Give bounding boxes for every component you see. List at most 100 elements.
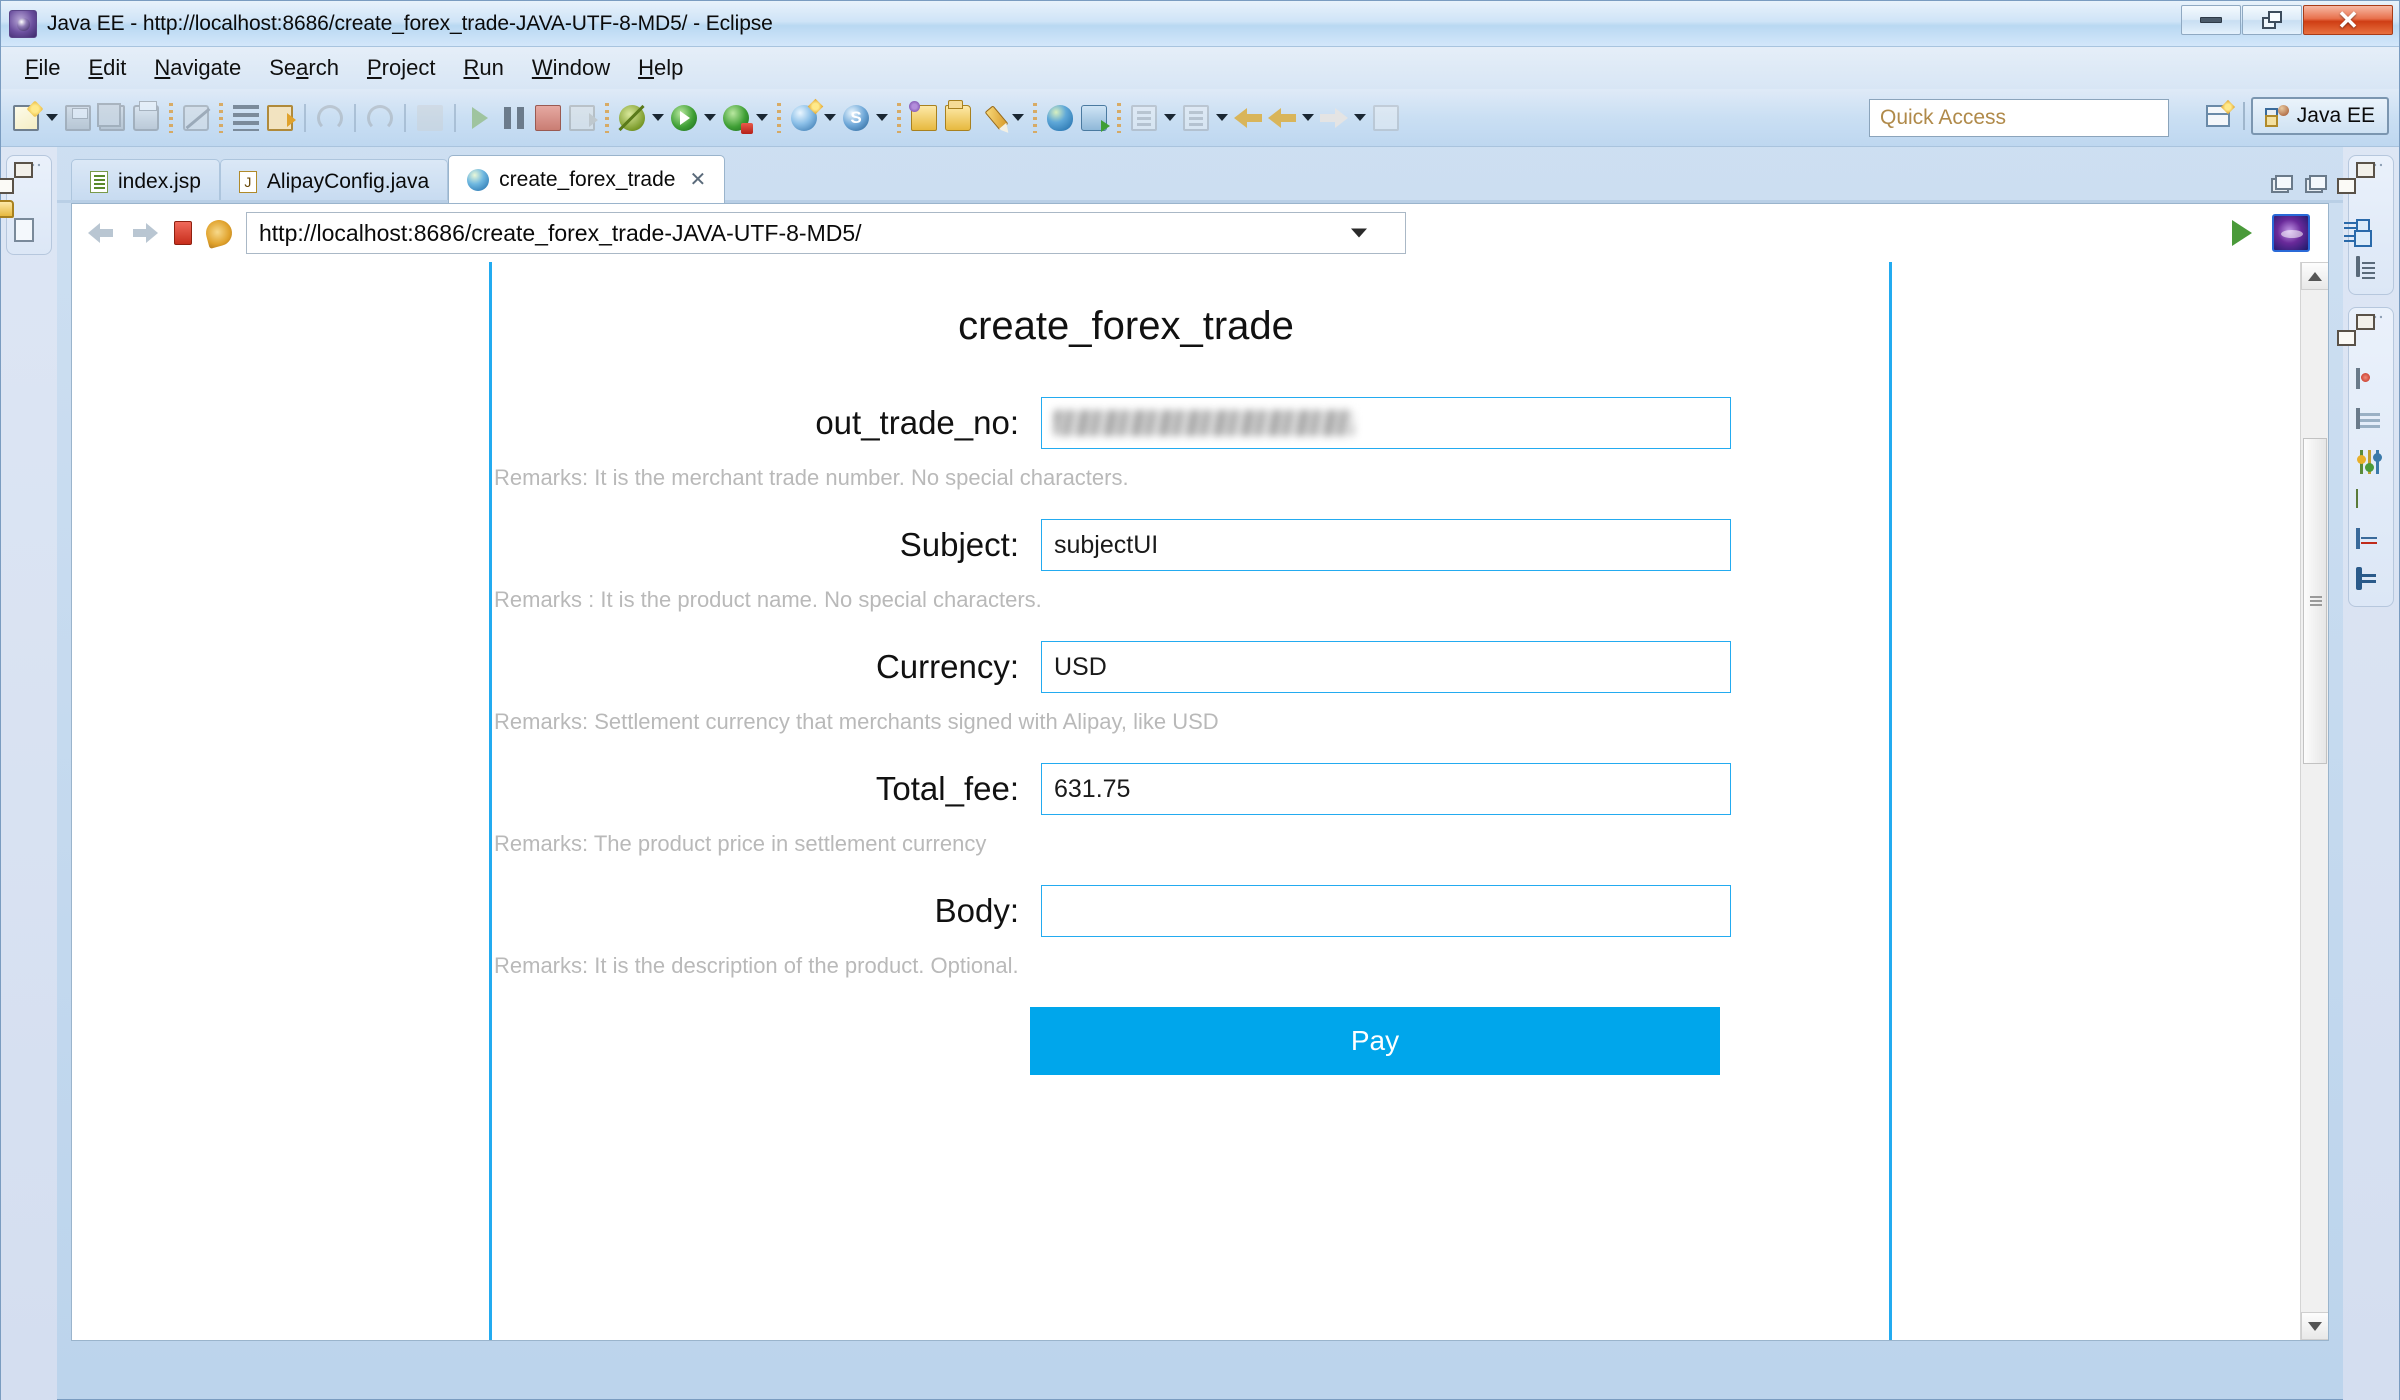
scrollbar-thumb[interactable] <box>2302 438 2327 764</box>
refresh-icon[interactable] <box>203 217 235 249</box>
body-input[interactable] <box>1041 885 1731 937</box>
menu-edit[interactable]: Edit <box>76 51 138 85</box>
menu-file[interactable]: File <box>13 51 72 85</box>
run-dropdown[interactable] <box>701 98 719 138</box>
open-task-button[interactable] <box>941 98 975 138</box>
next-annotation-button[interactable] <box>263 98 297 138</box>
properties-panel-button[interactable] <box>2356 528 2386 560</box>
forward-dropdown[interactable] <box>1351 98 1369 138</box>
forward-button[interactable] <box>1317 98 1351 138</box>
menu-window[interactable]: Window <box>520 51 622 85</box>
run-last-button[interactable] <box>719 98 753 138</box>
chevron-down-icon[interactable] <box>1351 228 1367 238</box>
close-icon: ✕ <box>2337 5 2359 35</box>
snippets-view-button[interactable] <box>2356 489 2386 520</box>
page-scrollbar[interactable] <box>2300 262 2328 1340</box>
run-button[interactable] <box>667 98 701 138</box>
external-tools-button[interactable] <box>1043 98 1077 138</box>
back-dropdown[interactable] <box>1299 98 1317 138</box>
page-title: create_forex_trade <box>958 304 1294 348</box>
browser-toolbar: http://localhost:8686/create_forex_trade… <box>72 204 2328 262</box>
data-source-view-button[interactable] <box>2356 450 2386 480</box>
new-server-button[interactable]: S <box>839 98 873 138</box>
terminate-button[interactable] <box>531 98 565 138</box>
menu-project[interactable]: Project <box>355 51 447 85</box>
save-button[interactable] <box>61 98 95 138</box>
show-whitespace-button[interactable] <box>229 98 263 138</box>
restore-view-button[interactable] <box>2356 178 2386 208</box>
run-last-dropdown[interactable] <box>753 98 771 138</box>
open-type-button[interactable] <box>907 98 941 138</box>
save-all-icon <box>97 102 125 131</box>
back-arrow-icon[interactable] <box>86 220 116 246</box>
show-whitespace-icon <box>233 104 259 131</box>
project-explorer-button[interactable] <box>14 218 44 248</box>
previous-edit-dropdown[interactable] <box>1161 98 1179 138</box>
web-browser-icon[interactable] <box>2272 214 2310 252</box>
new-web-project-button[interactable] <box>787 98 821 138</box>
debug-dropdown[interactable] <box>649 98 667 138</box>
restore-button[interactable] <box>2242 5 2302 35</box>
no-marker-button[interactable] <box>179 98 213 138</box>
new-server-dropdown[interactable] <box>873 98 891 138</box>
quick-access-input[interactable]: Quick Access <box>1869 99 2169 137</box>
scroll-down-button[interactable] <box>2300 1312 2328 1340</box>
java-file-icon: J <box>238 170 257 193</box>
menu-help[interactable]: Help <box>626 51 695 85</box>
new-file-button[interactable] <box>9 98 43 138</box>
scroll-up-button[interactable] <box>2300 262 2328 290</box>
undo-button[interactable] <box>313 98 347 138</box>
step-return-button[interactable] <box>413 98 447 138</box>
new-web-project-dropdown[interactable] <box>821 98 839 138</box>
search-button[interactable] <box>975 98 1009 138</box>
outline-view-button[interactable] <box>2356 218 2386 248</box>
minimize-button[interactable] <box>2181 5 2241 35</box>
url-input[interactable]: http://localhost:8686/create_forex_trade… <box>246 212 1406 254</box>
subject-input[interactable]: subjectUI <box>1041 519 1731 571</box>
servers-view-button[interactable] <box>2356 408 2386 440</box>
markers-view-button[interactable] <box>2356 368 2386 400</box>
restore-view-button-2[interactable] <box>2356 330 2386 360</box>
print-button[interactable] <box>129 98 163 138</box>
save-all-button[interactable] <box>95 98 129 138</box>
minimize-icon[interactable] <box>2271 175 2293 193</box>
total-fee-input[interactable]: 631.75 <box>1041 763 1731 815</box>
redo-button[interactable] <box>363 98 397 138</box>
tab-alipayconfig-java[interactable]: J AlipayConfig.java <box>219 159 449 203</box>
currency-input[interactable]: USD <box>1041 641 1731 693</box>
next-edit-button[interactable] <box>1179 98 1213 138</box>
menu-search[interactable]: Search <box>257 51 351 85</box>
next-edit-dropdown[interactable] <box>1213 98 1231 138</box>
menu-run[interactable]: Run <box>451 51 515 85</box>
back-history-button[interactable] <box>1265 98 1299 138</box>
annotation-button[interactable] <box>1369 98 1403 138</box>
tab-index-jsp[interactable]: index.jsp <box>71 159 220 203</box>
properties-view-button[interactable] <box>2356 256 2386 288</box>
tab-create-forex-trade[interactable]: create_forex_trade ✕ <box>448 155 726 203</box>
open-perspective-button[interactable] <box>2199 97 2237 135</box>
go-arrow-icon[interactable] <box>2232 220 2252 246</box>
debug-button[interactable] <box>615 98 649 138</box>
perspective-java-ee[interactable]: Java EE <box>2250 97 2389 135</box>
previous-edit-button[interactable] <box>1127 98 1161 138</box>
close-button[interactable]: ✕ <box>2303 5 2393 35</box>
suspend-button[interactable] <box>497 98 531 138</box>
maximize-icon[interactable] <box>2305 175 2327 193</box>
out-trade-no-input[interactable] <box>1041 397 1731 449</box>
stop-icon[interactable] <box>174 221 192 245</box>
close-icon[interactable]: ✕ <box>689 167 706 192</box>
run-external-button[interactable] <box>1077 98 1111 138</box>
resume-button[interactable] <box>463 98 497 138</box>
pay-button[interactable]: Pay <box>1030 1007 1720 1075</box>
back-button[interactable] <box>1231 98 1265 138</box>
subject-label: Subject: <box>899 526 1019 563</box>
new-file-dropdown[interactable] <box>43 98 61 138</box>
disconnect-button[interactable] <box>565 98 599 138</box>
console-view-button[interactable] <box>2356 567 2386 600</box>
search-dropdown[interactable] <box>1009 98 1027 138</box>
restore-view-button[interactable] <box>14 178 44 208</box>
currency-label: Currency: <box>875 648 1019 685</box>
scrollbar-track[interactable] <box>2301 290 2329 1312</box>
menu-navigate[interactable]: Navigate <box>142 51 253 85</box>
forward-arrow-icon[interactable] <box>130 220 160 246</box>
